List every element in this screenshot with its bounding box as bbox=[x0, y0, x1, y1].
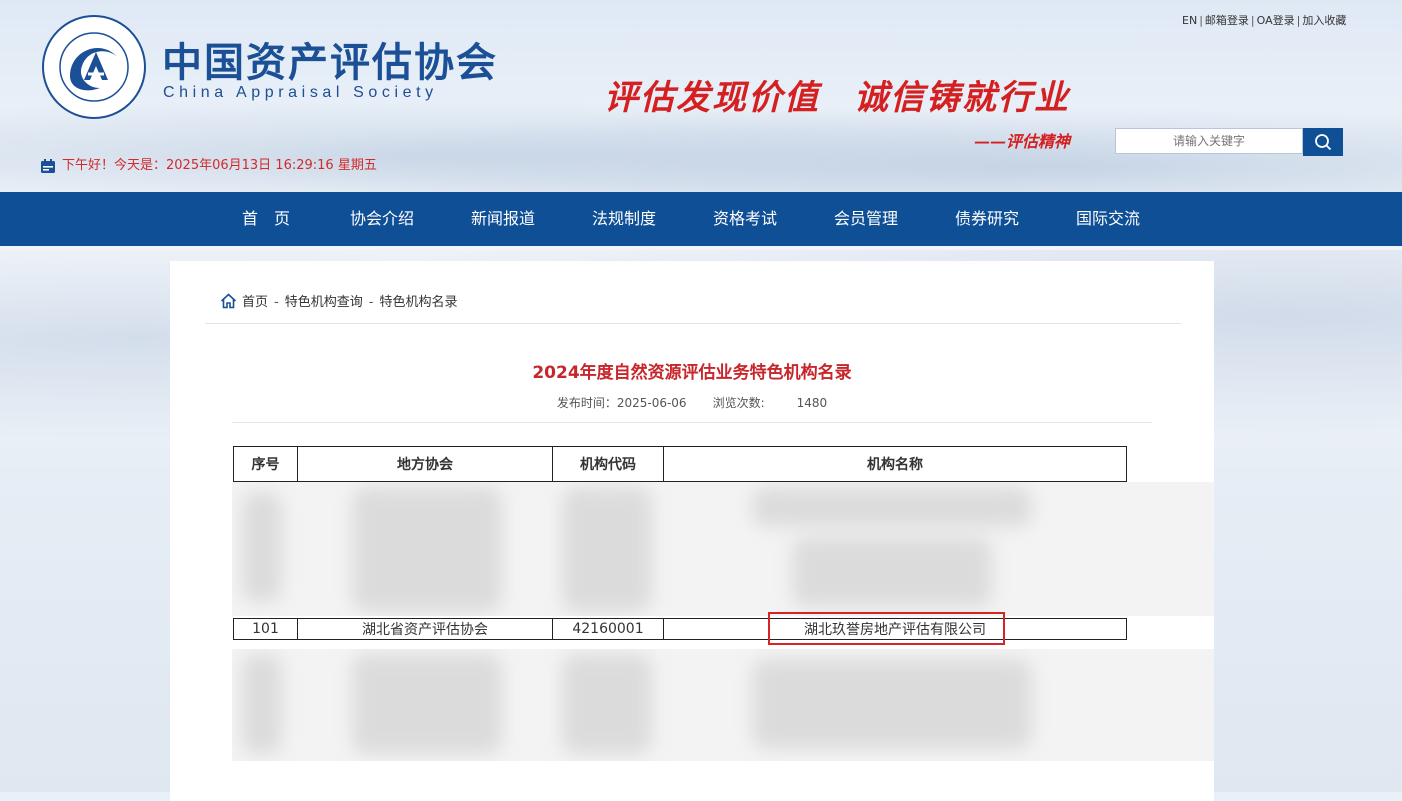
link-oa-login[interactable]: OA登录 bbox=[1257, 14, 1295, 27]
nav-news[interactable]: 新闻报道 bbox=[471, 192, 535, 246]
highlight-box bbox=[768, 612, 1005, 645]
nav-bond-research[interactable]: 债券研究 bbox=[955, 192, 1019, 246]
calendar-icon bbox=[41, 158, 55, 173]
breadcrumb-list[interactable]: 特色机构名录 bbox=[379, 295, 457, 310]
slogan-right: 诚信铸就行业 bbox=[854, 78, 1070, 118]
blurred-rows-below bbox=[232, 649, 1214, 761]
nav-international[interactable]: 国际交流 bbox=[1076, 192, 1140, 246]
greeting-line: 下午好！今天是：2025年06月13日 16:29:16 星期五 bbox=[40, 154, 377, 174]
home-icon bbox=[220, 293, 237, 309]
link-en[interactable]: EN bbox=[1182, 14, 1197, 27]
search-button[interactable] bbox=[1303, 128, 1343, 156]
breadcrumb: 首页 - 特色机构查询 - 特色机构名录 bbox=[220, 291, 457, 310]
blurred-rows-above bbox=[232, 482, 1214, 616]
link-mail-login[interactable]: 邮箱登录 bbox=[1205, 14, 1249, 27]
col-header-association: 地方协会 bbox=[297, 446, 553, 482]
breadcrumb-separator: - bbox=[274, 295, 279, 310]
nav-regulations[interactable]: 法规制度 bbox=[592, 192, 656, 246]
site-name-cn: 中国资产评估协会 bbox=[162, 39, 498, 86]
cell-association: 湖北省资产评估协会 bbox=[297, 618, 553, 640]
top-links: EN | 邮箱登录 | OA登录 | 加入收藏 bbox=[1182, 14, 1347, 27]
divider bbox=[232, 422, 1152, 423]
views-count: 1480 bbox=[796, 396, 828, 410]
cell-code: 42160001 bbox=[552, 618, 664, 640]
greeting-text: 下午好！今天是：2025年06月13日 16:29:16 星期五 bbox=[62, 158, 377, 173]
col-header-index: 序号 bbox=[233, 446, 298, 482]
publish-date: 2025-06-06 bbox=[616, 396, 687, 410]
institution-table: 序号 地方协会 机构代码 机构名称 bbox=[233, 446, 1127, 482]
nav-exams[interactable]: 资格考试 bbox=[713, 192, 777, 246]
article-title: 2024年度自然资源评估业务特色机构名录 bbox=[532, 363, 852, 383]
search-icon bbox=[1315, 134, 1332, 151]
publish-label: 发布时间： bbox=[556, 396, 617, 410]
table-header-row: 序号 地方协会 机构代码 机构名称 bbox=[233, 446, 1127, 482]
col-header-name: 机构名称 bbox=[663, 446, 1127, 482]
search-input[interactable] bbox=[1115, 128, 1303, 154]
divider bbox=[205, 323, 1181, 324]
society-logo[interactable] bbox=[40, 14, 148, 120]
slogan-sub: ——评估精神 bbox=[974, 132, 1071, 151]
breadcrumb-separator: - bbox=[368, 295, 374, 310]
col-header-code: 机构代码 bbox=[552, 446, 664, 482]
breadcrumb-home[interactable]: 首页 bbox=[242, 295, 268, 310]
breadcrumb-query[interactable]: 特色机构查询 bbox=[285, 295, 363, 310]
site-name-en: China Appraisal Society bbox=[163, 84, 438, 101]
cell-index: 101 bbox=[233, 618, 298, 640]
nav-about[interactable]: 协会介绍 bbox=[350, 192, 414, 246]
nav-home[interactable]: 首 页 bbox=[242, 192, 290, 246]
content-panel: 首页 - 特色机构查询 - 特色机构名录 2024年度自然资源评估业务特色机构名录 发布… bbox=[170, 261, 1214, 801]
main-nav: 首 页 协会介绍 新闻报道 法规制度 资格考试 会员管理 债券研究 国际交流 bbox=[0, 192, 1402, 246]
slogan: 评估发现价值 诚信铸就行业 bbox=[604, 70, 1070, 119]
link-add-favorite[interactable]: 加入收藏 bbox=[1302, 14, 1346, 27]
article-meta: 发布时间：2025-06-06 浏览次数: 1480 bbox=[170, 394, 1214, 411]
views-label: 浏览次数: bbox=[712, 396, 765, 410]
slogan-left: 评估发现价值 bbox=[604, 78, 820, 118]
nav-members[interactable]: 会员管理 bbox=[834, 192, 898, 246]
